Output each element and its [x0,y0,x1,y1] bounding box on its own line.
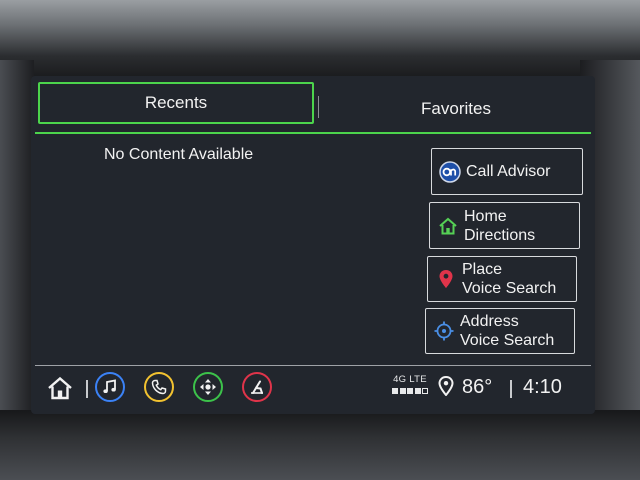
signal-bar [399,388,406,394]
place-voice-search-button[interactable]: Place Voice Search [427,256,577,302]
phone-icon[interactable] [144,372,174,402]
dashboard-bezel-top [0,0,640,80]
location-pin-icon [438,375,454,401]
bottom-bar-separator [86,380,88,398]
address-voice-search-button[interactable]: Address Voice Search [425,308,575,354]
infotainment-screen: Recents Favorites No Content Available C… [31,76,595,414]
signal-strength-bars [388,388,432,394]
empty-content-message: No Content Available [104,146,254,163]
signal-bar [414,388,421,394]
signal-bar [392,388,398,394]
bottom-bar: 4G LTE 86° 4:10 [31,366,595,414]
tab-recents[interactable]: Recents [38,82,314,124]
bottom-bar-separator [510,380,512,398]
place-voice-search-label-line1: Place [462,261,503,278]
crosshair-icon [432,319,456,343]
tab-favorites[interactable]: Favorites [321,82,591,130]
location-pin-icon [434,267,458,291]
place-voice-search-label-line2: Voice Search [462,280,557,297]
network-type: 4G LTE [393,374,427,385]
clock: 4:10 [523,376,562,398]
navigation-dpad-icon[interactable] [193,372,223,402]
call-advisor-button[interactable]: Call Advisor [431,148,583,195]
home-icon [436,214,460,238]
cellular-status: 4G LTE [388,374,432,394]
signal-bar [422,388,428,394]
tab-divider [318,96,319,118]
address-voice-search-label-line1: Address [460,313,519,330]
home-directions-button[interactable]: Home Directions [429,202,580,249]
home-directions-label-line2: Directions [464,226,536,244]
onstar-icon [438,160,462,184]
address-voice-search-label-line2: Voice Search [460,332,555,349]
dashboard-bezel-bottom [0,410,640,480]
tab-underline [35,132,591,134]
home-directions-label-line1: Home [464,207,507,225]
seat-icon[interactable] [242,372,272,402]
home-icon[interactable] [47,376,73,400]
outside-temperature: 86° [462,376,493,398]
music-note-icon[interactable] [95,372,125,402]
signal-bar [407,388,413,394]
call-advisor-label: Call Advisor [466,163,551,180]
tab-recents-label: Recents [144,93,208,112]
tab-favorites-label: Favorites [421,99,491,118]
